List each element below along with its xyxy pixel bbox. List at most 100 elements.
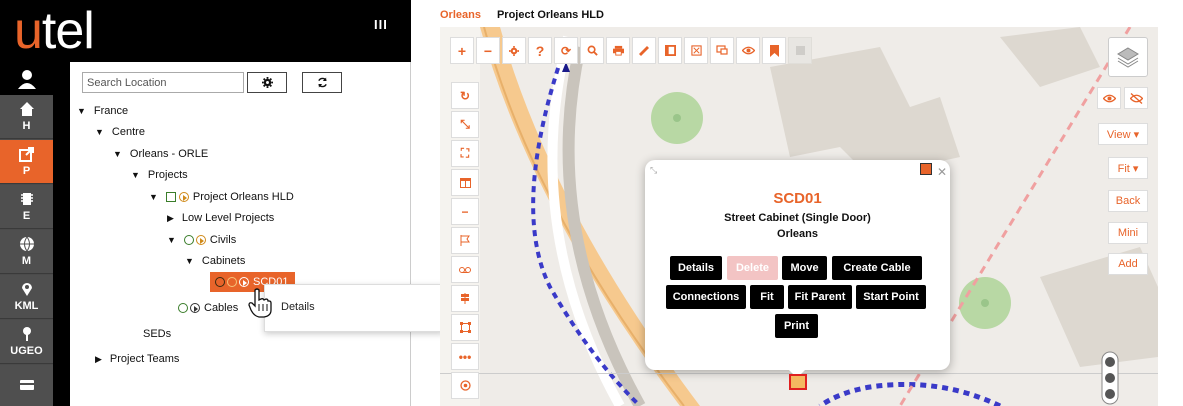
circle-icon[interactable] bbox=[183, 235, 194, 245]
nav-item-equipment[interactable]: E bbox=[0, 185, 53, 229]
search-location-input[interactable] bbox=[82, 72, 244, 93]
print-button[interactable] bbox=[606, 37, 630, 64]
nav-item-label: P bbox=[22, 165, 31, 177]
tree-node-cabinets[interactable]: ▼ Cabinets bbox=[185, 255, 245, 267]
refresh-button[interactable]: ⟳ bbox=[554, 37, 578, 64]
tree-settings-button[interactable] bbox=[247, 72, 287, 93]
target-button[interactable] bbox=[451, 372, 479, 399]
expand-arrow-icon[interactable]: ▼ bbox=[131, 170, 140, 180]
tree-node-civils[interactable]: ▼ Civils bbox=[167, 234, 236, 246]
tree-node-cables[interactable]: Cables bbox=[178, 302, 238, 314]
user-icon bbox=[17, 69, 36, 89]
layers-button[interactable] bbox=[1108, 37, 1148, 77]
menu-toggle-button[interactable]: III bbox=[374, 17, 388, 32]
back-button[interactable]: Back bbox=[1108, 190, 1148, 212]
play-icon[interactable] bbox=[190, 303, 200, 313]
expand-arrow-icon[interactable]: ▼ bbox=[77, 106, 86, 116]
resize-icon[interactable]: ⤡ bbox=[650, 165, 657, 176]
expand-arrow-icon[interactable]: ▼ bbox=[113, 149, 122, 159]
circle-icon[interactable] bbox=[215, 277, 225, 287]
nav-item-card[interactable] bbox=[0, 365, 53, 406]
home-icon bbox=[19, 102, 34, 116]
collapse-arrow-icon[interactable]: ▶ bbox=[167, 213, 174, 224]
polygon-button[interactable] bbox=[451, 314, 479, 341]
panel-button[interactable] bbox=[451, 169, 479, 196]
nav-item-home[interactable]: H bbox=[0, 95, 53, 139]
details-button[interactable]: Details bbox=[670, 256, 722, 280]
pin-icon bbox=[22, 327, 31, 341]
view-dropdown[interactable]: View ▾ bbox=[1098, 123, 1148, 145]
nav-item-kml[interactable]: KML bbox=[0, 275, 53, 319]
signpost-button[interactable] bbox=[451, 285, 479, 312]
circle-icon[interactable] bbox=[227, 277, 237, 287]
mini-button[interactable]: Mini bbox=[1108, 222, 1148, 244]
play-icon[interactable] bbox=[195, 235, 206, 245]
context-menu-item-details[interactable]: Details bbox=[281, 301, 315, 313]
breadcrumb-orleans[interactable]: Orleans bbox=[440, 9, 481, 21]
create-cable-button[interactable]: Create Cable bbox=[832, 256, 922, 280]
help-button[interactable]: ? bbox=[528, 37, 552, 64]
collapse-arrow-icon[interactable]: ▶ bbox=[95, 354, 102, 365]
zoom-in-button[interactable]: + bbox=[450, 37, 474, 64]
expand-arrow-icon[interactable]: ▼ bbox=[95, 127, 104, 137]
tree-refresh-button[interactable] bbox=[302, 72, 342, 93]
tree-node-centre[interactable]: ▼ Centre bbox=[95, 126, 145, 138]
expand-popup-icon[interactable] bbox=[920, 163, 932, 175]
popup-location: Orleans bbox=[777, 228, 818, 240]
print-button[interactable]: Print bbox=[775, 314, 818, 338]
settings-button[interactable] bbox=[502, 37, 526, 64]
tree-node-project-teams[interactable]: ▶ Project Teams bbox=[95, 353, 179, 365]
tree-node-seds[interactable]: SEDs bbox=[143, 328, 171, 340]
checkbox-icon[interactable] bbox=[165, 192, 176, 202]
visibility-button[interactable] bbox=[736, 37, 760, 64]
fullscreen-icon: ⛶ bbox=[460, 146, 470, 160]
nav-item-ugeo[interactable]: UGEO bbox=[0, 320, 53, 364]
tree-node-france[interactable]: ▼ France bbox=[77, 105, 128, 117]
add-button[interactable]: Add bbox=[1108, 253, 1148, 275]
monitor-icon bbox=[716, 45, 728, 55]
tree-node-project-orleans-hld[interactable]: ▼ Project Orleans HLD bbox=[149, 191, 294, 203]
circle-icon[interactable] bbox=[178, 303, 188, 313]
fit-dropdown[interactable]: Fit ▾ bbox=[1108, 157, 1148, 179]
play-icon[interactable] bbox=[178, 192, 189, 202]
breadcrumb: Orleans Project Orleans HLD bbox=[440, 9, 604, 21]
screen-button[interactable] bbox=[710, 37, 734, 64]
nav-item-map[interactable]: M bbox=[0, 230, 53, 274]
flag-button[interactable] bbox=[451, 227, 479, 254]
start-point-button[interactable]: Start Point bbox=[856, 285, 926, 309]
show-layers-button[interactable] bbox=[1097, 87, 1121, 109]
zoom-out-button[interactable]: − bbox=[476, 37, 500, 64]
tree-node-low-level-projects[interactable]: ▶ Low Level Projects bbox=[167, 212, 274, 224]
play-icon[interactable] bbox=[239, 277, 249, 287]
move-button[interactable]: Move bbox=[782, 256, 827, 280]
delete-button[interactable]: Delete bbox=[727, 256, 778, 280]
fullscreen-button[interactable]: ⛶ bbox=[451, 140, 479, 167]
rotate-button[interactable]: ↻ bbox=[451, 82, 479, 109]
close-popup-icon[interactable]: ✕ bbox=[937, 165, 947, 179]
hide-layers-button[interactable] bbox=[1124, 87, 1148, 109]
tree-node-projects[interactable]: ▼ Projects bbox=[131, 169, 188, 181]
nav-item-label: E bbox=[22, 210, 31, 222]
bookmark-button[interactable] bbox=[762, 37, 786, 64]
more-button[interactable]: ••• bbox=[451, 343, 479, 370]
polygon-icon bbox=[459, 322, 471, 333]
collapse-button[interactable]: ⤡ bbox=[451, 111, 479, 138]
cabinet-marker[interactable] bbox=[789, 374, 807, 390]
expand-arrow-icon[interactable]: ▼ bbox=[167, 235, 176, 245]
tree-node-orleans[interactable]: ▼ Orleans - ORLE bbox=[113, 148, 208, 160]
gear-icon bbox=[261, 77, 273, 88]
expand-arrow-icon[interactable]: ▼ bbox=[149, 192, 158, 202]
nav-item-projects[interactable]: P bbox=[0, 140, 53, 184]
search-button[interactable] bbox=[580, 37, 604, 64]
frame-button[interactable] bbox=[658, 37, 682, 64]
tape-button[interactable] bbox=[451, 256, 479, 283]
fit-parent-button[interactable]: Fit Parent bbox=[788, 285, 852, 309]
disabled-tool-button[interactable] bbox=[788, 37, 812, 64]
measure-button[interactable] bbox=[632, 37, 656, 64]
line-button[interactable]: − bbox=[451, 198, 479, 225]
connections-button[interactable]: Connections bbox=[666, 285, 746, 309]
select-area-button[interactable] bbox=[684, 37, 708, 64]
fit-button[interactable]: Fit bbox=[750, 285, 784, 309]
expand-arrow-icon[interactable]: ▼ bbox=[185, 256, 194, 266]
user-button[interactable] bbox=[0, 62, 53, 95]
